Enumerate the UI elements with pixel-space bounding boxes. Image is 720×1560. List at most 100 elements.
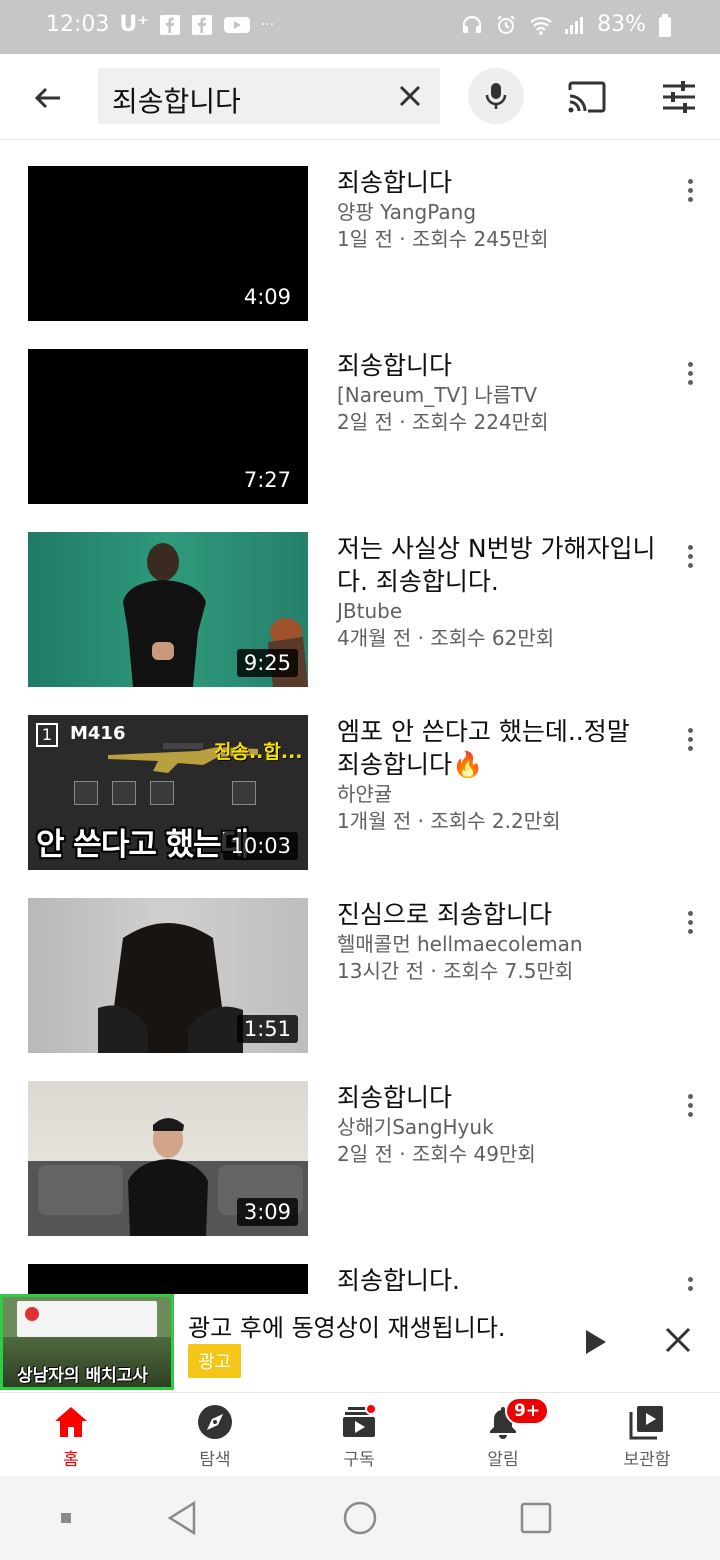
- square-dot-icon: [61, 1513, 71, 1523]
- more-options-button[interactable]: [676, 353, 704, 393]
- search-toolbar: 죄송합니다: [0, 54, 720, 140]
- video-thumbnail[interactable]: 3:09: [28, 1081, 308, 1236]
- voice-search-button[interactable]: [468, 68, 524, 124]
- status-time: 12:03: [46, 12, 110, 37]
- tune-icon: [663, 81, 695, 113]
- ad-message: 광고 후에 동영상이 재생됩니다.: [188, 1314, 506, 1342]
- carrier-label: U⁺: [119, 12, 149, 37]
- youtube-icon: [223, 14, 251, 36]
- nav-subscriptions[interactable]: 구독: [304, 1403, 414, 1473]
- video-thumbnail[interactable]: 4:09: [28, 166, 308, 321]
- system-recents-button[interactable]: [516, 1498, 556, 1538]
- facebook-icon: [159, 14, 181, 36]
- video-result[interactable]: 3:09 죄송합니다 상해기SangHyuk 2일 전 · 조회수 49만회: [0, 1081, 720, 1241]
- video-stats: 2일 전 · 조회수 49만회: [337, 1142, 536, 1166]
- video-stats: 13시간 전 · 조회수 7.5만회: [337, 959, 574, 983]
- video-meta: 죄송합니다 상해기SangHyuk 2일 전 · 조회수 49만회: [337, 1081, 657, 1168]
- video-meta: 저는 사실상 N번방 가해자입니다. 죄송합니다. JBtube 4개월 전 ·…: [337, 532, 657, 652]
- video-title[interactable]: 죄송합니다: [337, 1081, 657, 1114]
- video-thumbnail[interactable]: 9:25: [28, 532, 308, 687]
- video-stats: 2일 전 · 조회수 224만회: [337, 410, 549, 434]
- channel-name: JBtube: [337, 599, 403, 623]
- video-duration: 3:09: [236, 1198, 298, 1226]
- ad-mini-player[interactable]: 상남자의 배치고사 광고 후에 동영상이 재생됩니다. 광고: [0, 1294, 720, 1390]
- video-result[interactable]: 9:25 저는 사실상 N번방 가해자입니다. 죄송합니다. JBtube 4개…: [0, 532, 720, 692]
- search-results-list: 4:09 죄송합니다 양팡 YangPang 1일 전 · 조회수 245만회 …: [0, 140, 720, 1390]
- system-home-button[interactable]: [340, 1498, 380, 1538]
- more-options-button[interactable]: [676, 536, 704, 576]
- video-title[interactable]: 죄송합니다: [337, 166, 657, 199]
- nav-explore[interactable]: 탐색: [160, 1403, 270, 1473]
- channel-name: 헬매콜먼 hellmaecoleman: [337, 932, 583, 956]
- nav-label: 알림: [487, 1450, 519, 1470]
- battery-icon: [658, 13, 672, 37]
- close-icon: [399, 85, 421, 107]
- channel-name: 상해기SangHyuk: [337, 1115, 494, 1139]
- microphone-icon: [485, 83, 507, 109]
- new-content-dot: [365, 1403, 377, 1415]
- ad-thumbnail[interactable]: 상남자의 배치고사: [0, 1294, 174, 1390]
- video-title[interactable]: 진심으로 죄송합니다: [337, 898, 657, 931]
- status-bar: 12:03 U⁺ ··· 83%: [0, 0, 720, 54]
- ad-badge: 광고: [188, 1344, 242, 1378]
- video-meta: 죄송합니다.: [337, 1264, 657, 1297]
- more-options-button[interactable]: [676, 902, 704, 942]
- video-thumbnail[interactable]: 1:51: [28, 898, 308, 1053]
- video-thumbnail[interactable]: 1 M416 진송..합... 안 쓴다고 했는데 10:03: [28, 715, 308, 870]
- more-options-button[interactable]: [676, 170, 704, 210]
- video-result[interactable]: 1 M416 진송..합... 안 쓴다고 했는데 10:03 엠포 안 쓴다고…: [0, 715, 720, 875]
- nav-home[interactable]: 홈: [16, 1403, 126, 1473]
- video-title[interactable]: 저는 사실상 N번방 가해자입니다. 죄송합니다.: [337, 532, 657, 598]
- video-result[interactable]: 4:09 죄송합니다 양팡 YangPang 1일 전 · 조회수 245만회: [0, 166, 720, 326]
- video-thumbnail[interactable]: 7:27: [28, 349, 308, 504]
- video-result[interactable]: 7:27 죄송합니다 [Nareum_TV] 나름TV 2일 전 · 조회수 2…: [0, 349, 720, 509]
- thumbnail-overlay-text: 진송..합...: [214, 741, 303, 763]
- more-options-button[interactable]: [676, 1085, 704, 1125]
- clear-search-button[interactable]: [390, 76, 430, 116]
- notification-count-badge: 9+: [505, 1397, 550, 1425]
- item-slots: [74, 781, 304, 807]
- close-mini-player-button[interactable]: [660, 1322, 696, 1358]
- video-result[interactable]: 1:51 진심으로 죄송합니다 헬매콜먼 hellmaecoleman 13시간…: [0, 898, 720, 1058]
- close-icon: [665, 1327, 691, 1353]
- ad-thumbnail-caption: 상남자의 배치고사: [17, 1366, 149, 1386]
- weapon-slot-number: 1: [36, 723, 58, 747]
- nav-label: 구독: [343, 1450, 375, 1470]
- video-stats: 1개월 전 · 조회수 2.2만회: [337, 809, 561, 833]
- search-query-text[interactable]: 죄송합니다: [112, 80, 241, 120]
- thumbnail-caption: 안 쓴다고 했는데: [36, 827, 249, 863]
- more-notifications-icon: ···: [260, 16, 275, 33]
- video-meta: 진심으로 죄송합니다 헬매콜먼 hellmaecoleman 13시간 전 · …: [337, 898, 657, 985]
- video-title[interactable]: 엠포 안 쓴다고 했는데..정말 죄송합니다🔥: [337, 715, 657, 781]
- more-options-button[interactable]: [676, 719, 704, 759]
- bell-icon: 9+: [483, 1397, 550, 1441]
- search-field[interactable]: 죄송합니다: [98, 68, 440, 124]
- play-button[interactable]: [580, 1324, 612, 1360]
- search-filters-button[interactable]: [654, 72, 704, 122]
- video-meta: 죄송합니다 [Nareum_TV] 나름TV 2일 전 · 조회수 224만회: [337, 349, 657, 436]
- video-stats: 4개월 전 · 조회수 62만회: [337, 626, 555, 650]
- channel-name: [Nareum_TV] 나름TV: [337, 383, 538, 407]
- nav-library[interactable]: 보관함: [592, 1403, 702, 1473]
- square-recents-icon: [520, 1502, 552, 1534]
- library-icon: [627, 1403, 667, 1441]
- video-duration: 9:25: [236, 649, 298, 677]
- cast-button[interactable]: [562, 72, 612, 122]
- system-navigation-bar: [0, 1476, 720, 1560]
- home-icon: [51, 1403, 91, 1441]
- nav-label: 탐색: [199, 1450, 231, 1470]
- video-title[interactable]: 죄송합니다.: [337, 1264, 657, 1297]
- nav-label: 홈: [63, 1450, 79, 1470]
- recents-dot-button[interactable]: [46, 1498, 86, 1538]
- video-stats: 1일 전 · 조회수 245만회: [337, 227, 549, 251]
- video-duration: 10:03: [223, 832, 298, 860]
- system-back-button[interactable]: [162, 1498, 202, 1538]
- circle-home-icon: [343, 1501, 377, 1535]
- video-title[interactable]: 죄송합니다: [337, 349, 657, 382]
- nav-notifications[interactable]: 9+ 알림: [448, 1397, 558, 1473]
- video-duration: 4:09: [236, 283, 298, 311]
- battery-percent: 83%: [597, 12, 646, 37]
- subscriptions-icon: [339, 1403, 379, 1441]
- nav-label: 보관함: [623, 1450, 671, 1470]
- back-button[interactable]: [24, 74, 72, 122]
